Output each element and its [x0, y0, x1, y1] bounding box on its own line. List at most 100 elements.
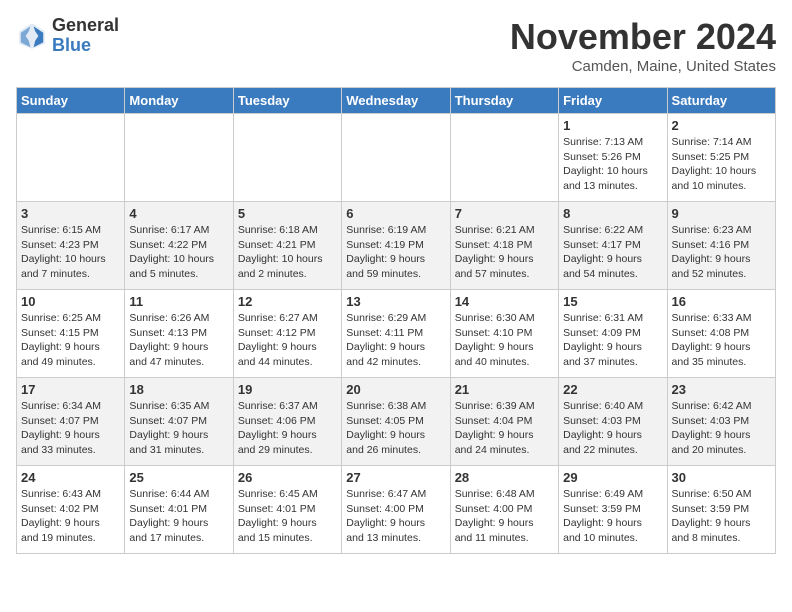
- day-number: 3: [21, 206, 120, 221]
- calendar-header: SundayMondayTuesdayWednesdayThursdayFrid…: [17, 88, 776, 114]
- day-number: 27: [346, 470, 445, 485]
- day-info: Sunrise: 6:40 AM Sunset: 4:03 PM Dayligh…: [563, 399, 662, 458]
- day-number: 13: [346, 294, 445, 309]
- day-number: 11: [129, 294, 228, 309]
- day-number: 15: [563, 294, 662, 309]
- calendar-cell: 12 Sunrise: 6:27 AM Sunset: 4:12 PM Dayli…: [233, 290, 341, 378]
- day-number: 5: [238, 206, 337, 221]
- day-info: Sunrise: 7:13 AM Sunset: 5:26 PM Dayligh…: [563, 135, 662, 194]
- day-number: 4: [129, 206, 228, 221]
- day-info: Sunrise: 6:49 AM Sunset: 3:59 PM Dayligh…: [563, 487, 662, 546]
- day-info: Sunrise: 6:38 AM Sunset: 4:05 PM Dayligh…: [346, 399, 445, 458]
- calendar-cell: 15 Sunrise: 6:31 AM Sunset: 4:09 PM Dayli…: [559, 290, 667, 378]
- day-info: Sunrise: 6:47 AM Sunset: 4:00 PM Dayligh…: [346, 487, 445, 546]
- calendar-cell: 1Sunrise: 7:13 AM Sunset: 5:26 PM Daylig…: [559, 114, 667, 202]
- day-info: Sunrise: 6:21 AM Sunset: 4:18 PM Dayligh…: [455, 223, 554, 282]
- day-info: Sunrise: 6:44 AM Sunset: 4:01 PM Dayligh…: [129, 487, 228, 546]
- calendar-cell: 13 Sunrise: 6:29 AM Sunset: 4:11 PM Dayli…: [342, 290, 450, 378]
- weekday-header-sunday: Sunday: [17, 88, 125, 114]
- day-number: 23: [672, 382, 771, 397]
- day-number: 22: [563, 382, 662, 397]
- calendar-cell: 28 Sunrise: 6:48 AM Sunset: 4:00 PM Dayli…: [450, 466, 558, 554]
- weekday-header-wednesday: Wednesday: [342, 88, 450, 114]
- weekday-header-thursday: Thursday: [450, 88, 558, 114]
- calendar-cell: 26 Sunrise: 6:45 AM Sunset: 4:01 PM Dayli…: [233, 466, 341, 554]
- day-info: Sunrise: 6:23 AM Sunset: 4:16 PM Dayligh…: [672, 223, 771, 282]
- day-number: 20: [346, 382, 445, 397]
- calendar-cell: 21 Sunrise: 6:39 AM Sunset: 4:04 PM Dayli…: [450, 378, 558, 466]
- day-number: 10: [21, 294, 120, 309]
- weekday-header-saturday: Saturday: [667, 88, 775, 114]
- day-info: Sunrise: 6:31 AM Sunset: 4:09 PM Dayligh…: [563, 311, 662, 370]
- calendar-table: SundayMondayTuesdayWednesdayThursdayFrid…: [16, 87, 776, 554]
- day-info: Sunrise: 6:37 AM Sunset: 4:06 PM Dayligh…: [238, 399, 337, 458]
- calendar-cell: 19Sunrise: 6:37 AM Sunset: 4:06 PM Dayli…: [233, 378, 341, 466]
- calendar-cell: 7Sunrise: 6:21 AM Sunset: 4:18 PM Daylig…: [450, 202, 558, 290]
- day-info: Sunrise: 6:35 AM Sunset: 4:07 PM Dayligh…: [129, 399, 228, 458]
- day-number: 14: [455, 294, 554, 309]
- calendar-cell: [342, 114, 450, 202]
- calendar-cell: 30 Sunrise: 6:50 AM Sunset: 3:59 PM Dayli…: [667, 466, 775, 554]
- month-title: November 2024: [510, 16, 776, 58]
- day-info: Sunrise: 6:19 AM Sunset: 4:19 PM Dayligh…: [346, 223, 445, 282]
- weekday-header-monday: Monday: [125, 88, 233, 114]
- day-info: Sunrise: 6:18 AM Sunset: 4:21 PM Dayligh…: [238, 223, 337, 282]
- day-info: Sunrise: 6:27 AM Sunset: 4:12 PM Dayligh…: [238, 311, 337, 370]
- page-header: General Blue November 2024 Camden, Maine…: [16, 16, 776, 75]
- day-number: 24: [21, 470, 120, 485]
- day-info: Sunrise: 6:15 AM Sunset: 4:23 PM Dayligh…: [21, 223, 120, 282]
- calendar-cell: [17, 114, 125, 202]
- calendar-cell: [125, 114, 233, 202]
- day-info: Sunrise: 6:22 AM Sunset: 4:17 PM Dayligh…: [563, 223, 662, 282]
- logo-general-text: General: [52, 16, 119, 36]
- day-info: Sunrise: 6:30 AM Sunset: 4:10 PM Dayligh…: [455, 311, 554, 370]
- week-row-1: 1Sunrise: 7:13 AM Sunset: 5:26 PM Daylig…: [17, 114, 776, 202]
- calendar-cell: 4 Sunrise: 6:17 AM Sunset: 4:22 PM Daylig…: [125, 202, 233, 290]
- day-info: Sunrise: 6:17 AM Sunset: 4:22 PM Dayligh…: [129, 223, 228, 282]
- day-number: 26: [238, 470, 337, 485]
- calendar-cell: 5 Sunrise: 6:18 AM Sunset: 4:21 PM Daylig…: [233, 202, 341, 290]
- day-number: 9: [672, 206, 771, 221]
- day-info: Sunrise: 6:42 AM Sunset: 4:03 PM Dayligh…: [672, 399, 771, 458]
- calendar-cell: 23 Sunrise: 6:42 AM Sunset: 4:03 PM Dayli…: [667, 378, 775, 466]
- day-number: 8: [563, 206, 662, 221]
- calendar-cell: 18 Sunrise: 6:35 AM Sunset: 4:07 PM Dayli…: [125, 378, 233, 466]
- day-number: 16: [672, 294, 771, 309]
- day-info: Sunrise: 6:48 AM Sunset: 4:00 PM Dayligh…: [455, 487, 554, 546]
- day-number: 30: [672, 470, 771, 485]
- week-row-4: 17Sunrise: 6:34 AM Sunset: 4:07 PM Dayli…: [17, 378, 776, 466]
- day-info: Sunrise: 6:29 AM Sunset: 4:11 PM Dayligh…: [346, 311, 445, 370]
- weekday-header-tuesday: Tuesday: [233, 88, 341, 114]
- day-info: Sunrise: 7:14 AM Sunset: 5:25 PM Dayligh…: [672, 135, 771, 194]
- location: Camden, Maine, United States: [510, 58, 776, 75]
- calendar-cell: [450, 114, 558, 202]
- day-info: Sunrise: 6:25 AM Sunset: 4:15 PM Dayligh…: [21, 311, 120, 370]
- weekday-header-friday: Friday: [559, 88, 667, 114]
- day-info: Sunrise: 6:45 AM Sunset: 4:01 PM Dayligh…: [238, 487, 337, 546]
- day-info: Sunrise: 6:26 AM Sunset: 4:13 PM Dayligh…: [129, 311, 228, 370]
- day-info: Sunrise: 6:43 AM Sunset: 4:02 PM Dayligh…: [21, 487, 120, 546]
- day-number: 28: [455, 470, 554, 485]
- day-number: 25: [129, 470, 228, 485]
- calendar-cell: 14 Sunrise: 6:30 AM Sunset: 4:10 PM Dayli…: [450, 290, 558, 378]
- day-info: Sunrise: 6:50 AM Sunset: 3:59 PM Dayligh…: [672, 487, 771, 546]
- calendar-cell: 8 Sunrise: 6:22 AM Sunset: 4:17 PM Daylig…: [559, 202, 667, 290]
- day-number: 18: [129, 382, 228, 397]
- logo-blue-text: Blue: [52, 36, 119, 56]
- day-info: Sunrise: 6:34 AM Sunset: 4:07 PM Dayligh…: [21, 399, 120, 458]
- weekday-header-row: SundayMondayTuesdayWednesdayThursdayFrid…: [17, 88, 776, 114]
- calendar-body: 1Sunrise: 7:13 AM Sunset: 5:26 PM Daylig…: [17, 114, 776, 554]
- title-block: November 2024 Camden, Maine, United Stat…: [510, 16, 776, 75]
- calendar-cell: 27 Sunrise: 6:47 AM Sunset: 4:00 PM Dayli…: [342, 466, 450, 554]
- day-number: 6: [346, 206, 445, 221]
- calendar-cell: [233, 114, 341, 202]
- day-number: 29: [563, 470, 662, 485]
- calendar-cell: 25 Sunrise: 6:44 AM Sunset: 4:01 PM Dayli…: [125, 466, 233, 554]
- week-row-3: 10 Sunrise: 6:25 AM Sunset: 4:15 PM Dayli…: [17, 290, 776, 378]
- logo-text: General Blue: [52, 16, 119, 56]
- calendar-cell: 22 Sunrise: 6:40 AM Sunset: 4:03 PM Dayli…: [559, 378, 667, 466]
- day-number: 12: [238, 294, 337, 309]
- day-number: 21: [455, 382, 554, 397]
- day-info: Sunrise: 6:33 AM Sunset: 4:08 PM Dayligh…: [672, 311, 771, 370]
- day-info: Sunrise: 6:39 AM Sunset: 4:04 PM Dayligh…: [455, 399, 554, 458]
